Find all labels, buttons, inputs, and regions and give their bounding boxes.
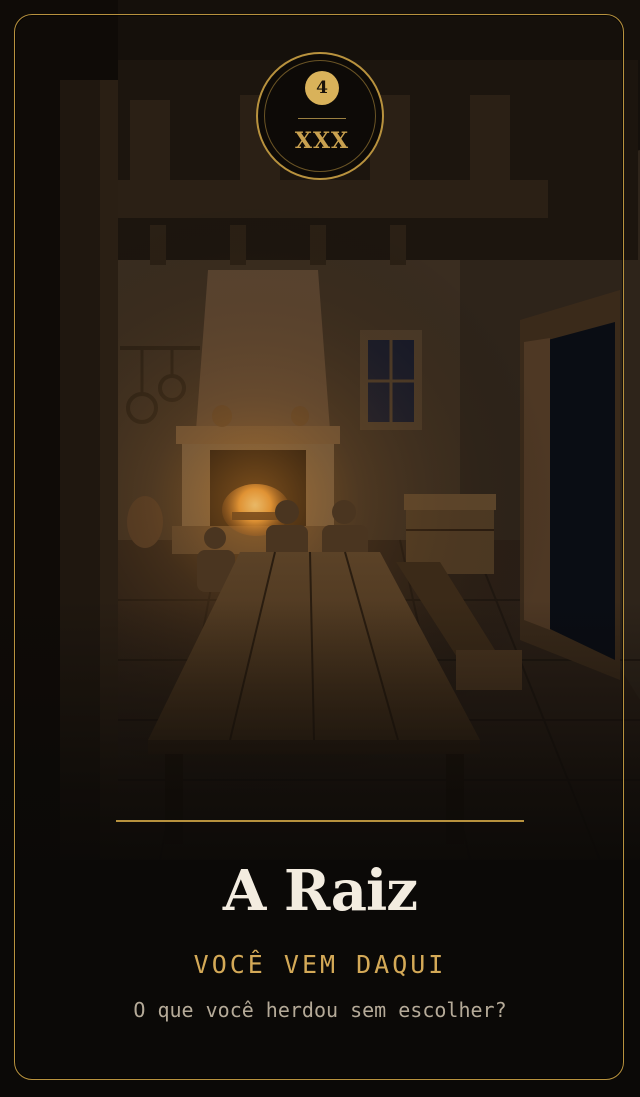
card-question: O que você herdou sem escolher? [133,998,507,1022]
bottom-fade [0,600,640,1097]
medallion-rule [298,118,346,119]
card-number-badge: 4 [305,71,339,105]
card: 4 XXX A Raiz VOCÊ VEM DAQUI O que você h… [0,0,640,1097]
title-divider [116,820,524,822]
card-title: A Raiz [222,858,418,924]
card-medallion: 4 XXX [256,52,384,180]
card-numeral: XXX [294,128,350,154]
card-subtitle: VOCÊ VEM DAQUI [193,950,447,979]
